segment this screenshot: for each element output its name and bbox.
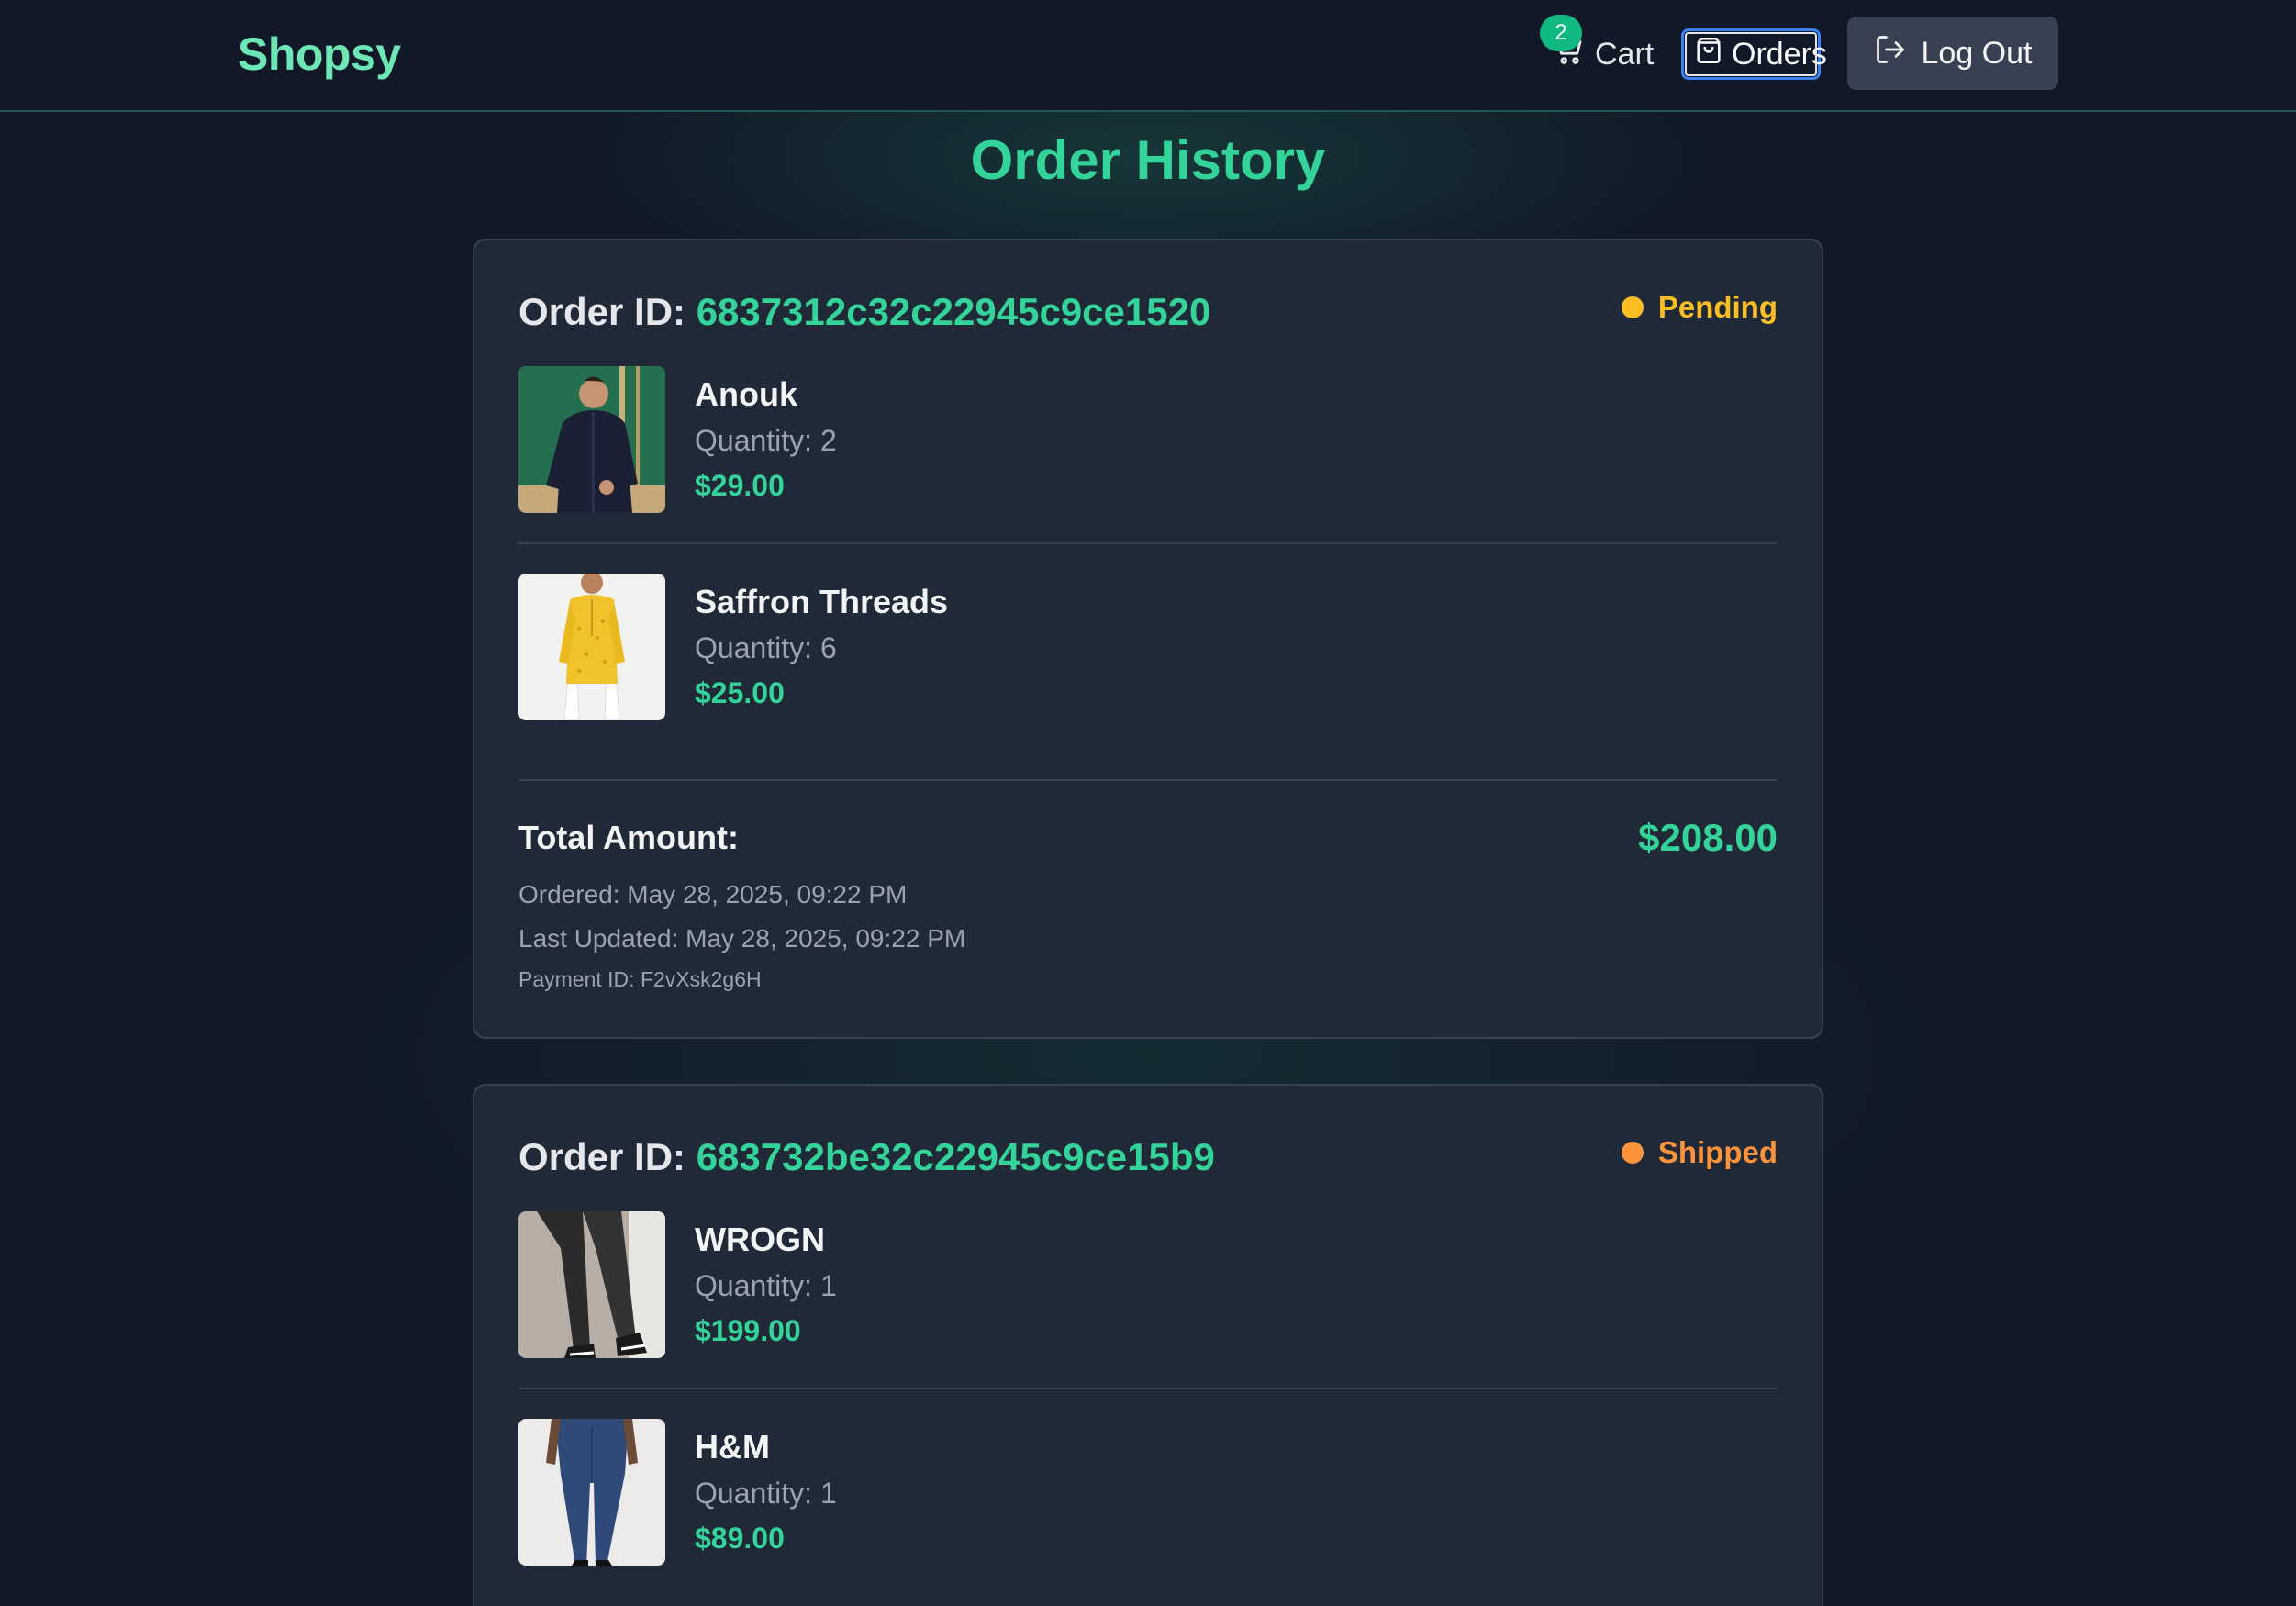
order-history-page: Shopsy 2 Cart Orders Log Out Order Histo… [0,0,2296,1606]
payment-id-label: Payment ID: [518,967,635,991]
product-name[interactable]: H&M [695,1428,770,1467]
total-amount-label: Total Amount: [518,819,739,856]
product-quantity: Quantity: 6 [695,631,837,664]
payment-id: Payment ID: F2vXsk2g6H [518,967,762,992]
order-header: Order ID: 6837312c32c22945c9ce1520 Pendi… [518,290,1778,345]
product-image[interactable] [518,1211,665,1358]
cart-button[interactable]: 2 Cart [1540,15,1655,77]
product-quantity: Quantity: 2 [695,424,837,457]
product-quantity: Quantity: 1 [695,1269,837,1302]
last-updated-value: May 28, 2025, 09:22 PM [685,924,966,953]
order-card: Order ID: 683732be32c22945c9ce15b9 Shipp… [473,1084,1823,1606]
product-image[interactable] [518,574,665,720]
order-header: Order ID: 683732be32c22945c9ce15b9 Shipp… [518,1135,1778,1190]
logout-label: Log Out [1921,35,2033,71]
order-id-value: 683732be32c22945c9ce15b9 [696,1135,1215,1178]
cart-count-badge: 2 [1540,15,1582,51]
order-id-label: Order ID: [518,1135,686,1178]
status-label: Shipped [1657,1135,1778,1169]
payment-id-value: F2vXsk2g6H [640,967,762,991]
ordered-date-label: Ordered: [518,880,620,909]
shopping-bag-icon [1693,35,1724,74]
status-dot-icon [1621,296,1644,318]
item-divider [518,542,1778,544]
orders-button[interactable]: Orders [1681,28,1827,80]
product-image[interactable] [518,366,665,513]
status-dot-icon [1621,1142,1644,1164]
product-price: $89.00 [695,1522,785,1555]
item-divider [518,1388,1778,1389]
product-price: $29.00 [695,469,785,502]
product-price: $199.00 [695,1314,801,1347]
order-card: Order ID: 6837312c32c22945c9ce1520 Pendi… [473,239,1823,1039]
total-divider [518,779,1778,781]
status-label: Pending [1657,290,1778,324]
brand-logo[interactable]: Shopsy [238,28,401,81]
status-badge: Pending [1621,290,1778,325]
cart-label: Cart [1595,36,1655,72]
status-badge: Shipped [1621,1135,1778,1170]
order-item: Anouk Quantity: 2 $29.00 [518,366,1778,513]
logout-icon [1874,33,1907,74]
product-price: $25.00 [695,676,785,709]
order-item: WROGN Quantity: 1 $199.00 [518,1211,1778,1358]
last-updated-label: Last Updated: [518,924,679,953]
order-id-value: 6837312c32c22945c9ce1520 [696,290,1211,333]
order-item: H&M Quantity: 1 $89.00 [518,1419,1778,1566]
product-image[interactable] [518,1419,665,1566]
last-updated-date: Last Updated: May 28, 2025, 09:22 PM [518,924,965,954]
orders-label: Orders [1732,36,1827,72]
ordered-date: Ordered: May 28, 2025, 09:22 PM [518,880,907,909]
logout-button[interactable]: Log Out [1847,17,2058,90]
ordered-date-value: May 28, 2025, 09:22 PM [627,880,908,909]
navbar: Shopsy 2 Cart Orders Log Out [0,0,2296,112]
order-id-label: Order ID: [518,290,686,333]
order-item: Saffron Threads Quantity: 6 $25.00 [518,574,1778,720]
product-name[interactable]: Saffron Threads [695,583,948,621]
page-title: Order History [970,129,1326,191]
order-id: Order ID: 683732be32c22945c9ce15b9 [518,1135,1215,1179]
order-id: Order ID: 6837312c32c22945c9ce1520 [518,290,1210,334]
total-amount-value: $208.00 [1638,816,1778,859]
product-quantity: Quantity: 1 [695,1477,837,1510]
product-name[interactable]: WROGN [695,1221,825,1259]
product-name[interactable]: Anouk [695,375,797,414]
